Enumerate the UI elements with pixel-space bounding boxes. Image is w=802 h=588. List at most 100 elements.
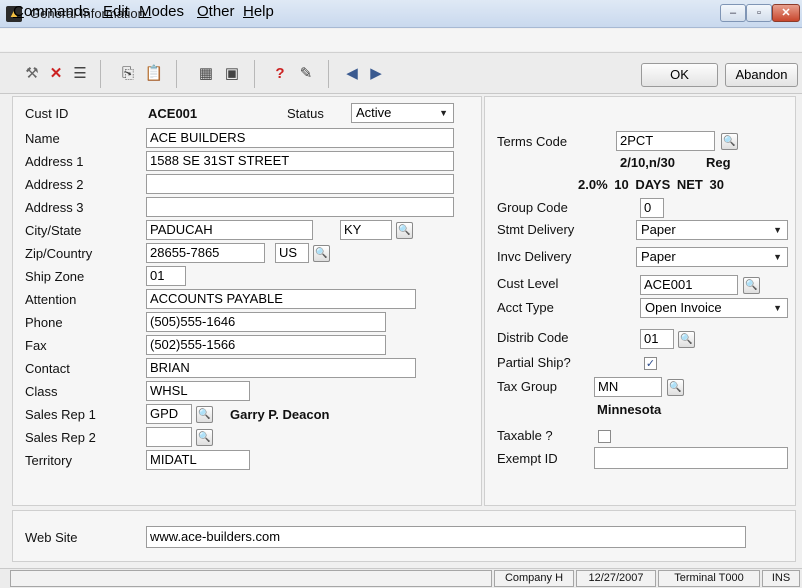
menu-modes[interactable]: Modes: [139, 3, 184, 20]
toolbar-separator: [328, 60, 329, 88]
sales-rep1-label: Sales Rep 1: [25, 407, 96, 422]
fax-field[interactable]: (502)555-1566: [146, 335, 386, 355]
country-field[interactable]: US: [275, 243, 309, 263]
cust-level-lookup-button[interactable]: 🔍: [743, 277, 760, 294]
status-select[interactable]: Active ▼: [351, 103, 454, 123]
address3-label: Address 3: [25, 200, 84, 215]
web-site-field[interactable]: www.ace-builders.com: [146, 526, 746, 548]
partial-ship-checkbox[interactable]: ✓: [644, 357, 657, 370]
taxable-label: Taxable ?: [497, 428, 553, 443]
address3-field[interactable]: [146, 197, 454, 217]
tools-icon[interactable]: ⚒: [22, 64, 42, 84]
terms-lookup-button[interactable]: 🔍: [721, 133, 738, 150]
abandon-button[interactable]: Abandon: [725, 63, 798, 87]
magnifier-icon: 🔍: [398, 225, 411, 236]
distrib-code-field[interactable]: 01: [640, 329, 674, 349]
list-icon[interactable]: ☰: [70, 64, 90, 84]
chevron-down-icon: ▼: [773, 303, 782, 313]
stmt-delivery-select[interactable]: Paper ▼: [636, 220, 788, 240]
group-code-field[interactable]: 0: [640, 198, 664, 218]
menu-commands[interactable]: Commands: [13, 3, 90, 20]
contact-field[interactable]: BRIAN: [146, 358, 416, 378]
terms-code-label: Terms Code: [497, 134, 568, 149]
tax-group-field[interactable]: MN: [594, 377, 662, 397]
cust-level-field[interactable]: ACE001: [640, 275, 738, 295]
state-lookup-button[interactable]: 🔍: [396, 222, 413, 239]
chevron-down-icon: ▼: [773, 252, 782, 262]
taxable-checkbox[interactable]: [598, 430, 611, 443]
status-terminal: Terminal T000: [658, 570, 760, 587]
address2-field[interactable]: [146, 174, 454, 194]
exempt-id-label: Exempt ID: [497, 451, 558, 466]
attention-label: Attention: [25, 292, 77, 307]
magnifier-icon: 🔍: [198, 409, 211, 420]
invc-delivery-label: Invc Delivery: [497, 249, 572, 264]
partial-ship-label: Partial Ship?: [497, 355, 571, 370]
copy-icon[interactable]: ⎘: [118, 64, 138, 84]
sales-rep2-field[interactable]: [146, 427, 192, 447]
menu-bar: [0, 29, 802, 51]
country-lookup-button[interactable]: 🔍: [313, 245, 330, 262]
sales-rep1-field[interactable]: GPD: [146, 404, 192, 424]
book-icon[interactable]: ✎: [296, 64, 316, 84]
phone-field[interactable]: (505)555-1646: [146, 312, 386, 332]
sales-rep2-label: Sales Rep 2: [25, 430, 96, 445]
terms-detail: 2.0% 10 DAYS NET 30: [578, 177, 724, 192]
status-message: [10, 570, 492, 587]
terms-type: Reg: [706, 155, 731, 170]
ok-button[interactable]: OK: [641, 63, 718, 87]
group-code-label: Group Code: [497, 200, 568, 215]
magnifier-icon: 🔍: [723, 136, 736, 147]
back-arrow-icon[interactable]: ◀: [342, 64, 362, 84]
menu-help[interactable]: Help: [243, 3, 274, 20]
chevron-down-icon: ▼: [773, 225, 782, 235]
acct-type-select[interactable]: Open Invoice ▼: [640, 298, 788, 318]
maximize-button[interactable]: ▫: [746, 4, 772, 22]
tax-group-lookup-button[interactable]: 🔍: [667, 379, 684, 396]
checkmark-icon: ✓: [645, 358, 656, 370]
distrib-lookup-button[interactable]: 🔍: [678, 331, 695, 348]
acct-type-label: Acct Type: [497, 300, 554, 315]
phone-label: Phone: [25, 315, 63, 330]
help-icon[interactable]: ?: [270, 64, 290, 84]
minimize-button[interactable]: ‒: [720, 4, 746, 22]
invc-delivery-select[interactable]: Paper ▼: [636, 247, 788, 267]
name-field[interactable]: ACE BUILDERS: [146, 128, 454, 148]
magnifier-icon: 🔍: [680, 334, 693, 345]
address1-label: Address 1: [25, 154, 84, 169]
magnifier-icon: 🔍: [198, 432, 211, 443]
close-icon: ✕: [781, 7, 791, 19]
class-label: Class: [25, 384, 58, 399]
terms-description: 2/10,n/30: [620, 155, 675, 170]
attention-field[interactable]: ACCOUNTS PAYABLE: [146, 289, 416, 309]
status-label: Status: [287, 106, 324, 121]
exempt-id-field[interactable]: [594, 447, 788, 469]
delete-icon[interactable]: ✕: [46, 64, 66, 84]
ship-zone-field[interactable]: 01: [146, 266, 186, 286]
fax-label: Fax: [25, 338, 47, 353]
toolbar-separator: [100, 60, 101, 88]
minimize-icon: ‒: [729, 7, 737, 19]
forward-arrow-icon[interactable]: ▶: [366, 64, 386, 84]
status-mode: INS: [762, 570, 800, 587]
chevron-down-icon: ▼: [439, 108, 448, 118]
class-field[interactable]: WHSL: [146, 381, 250, 401]
menu-edit[interactable]: Edit: [103, 3, 129, 20]
sales-rep1-lookup-button[interactable]: 🔍: [196, 406, 213, 423]
sales-rep2-lookup-button[interactable]: 🔍: [196, 429, 213, 446]
magnifier-icon: 🔍: [315, 248, 328, 259]
state-field[interactable]: KY: [340, 220, 392, 240]
territory-field[interactable]: MIDATL: [146, 450, 250, 470]
toolbar-separator: [176, 60, 177, 88]
paste-icon[interactable]: 📋: [144, 64, 164, 84]
status-date: 12/27/2007: [576, 570, 656, 587]
calendar-icon[interactable]: ▣: [222, 64, 242, 84]
zip-field[interactable]: 28655-7865: [146, 243, 265, 263]
terms-code-field[interactable]: 2PCT: [616, 131, 715, 151]
address1-field[interactable]: 1588 SE 31ST STREET: [146, 151, 454, 171]
close-button[interactable]: ✕: [772, 4, 800, 22]
city-field[interactable]: PADUCAH: [146, 220, 313, 240]
calculator-icon[interactable]: ▦: [196, 64, 216, 84]
menu-other[interactable]: Other: [197, 3, 235, 20]
city-state-label: City/State: [25, 223, 82, 238]
